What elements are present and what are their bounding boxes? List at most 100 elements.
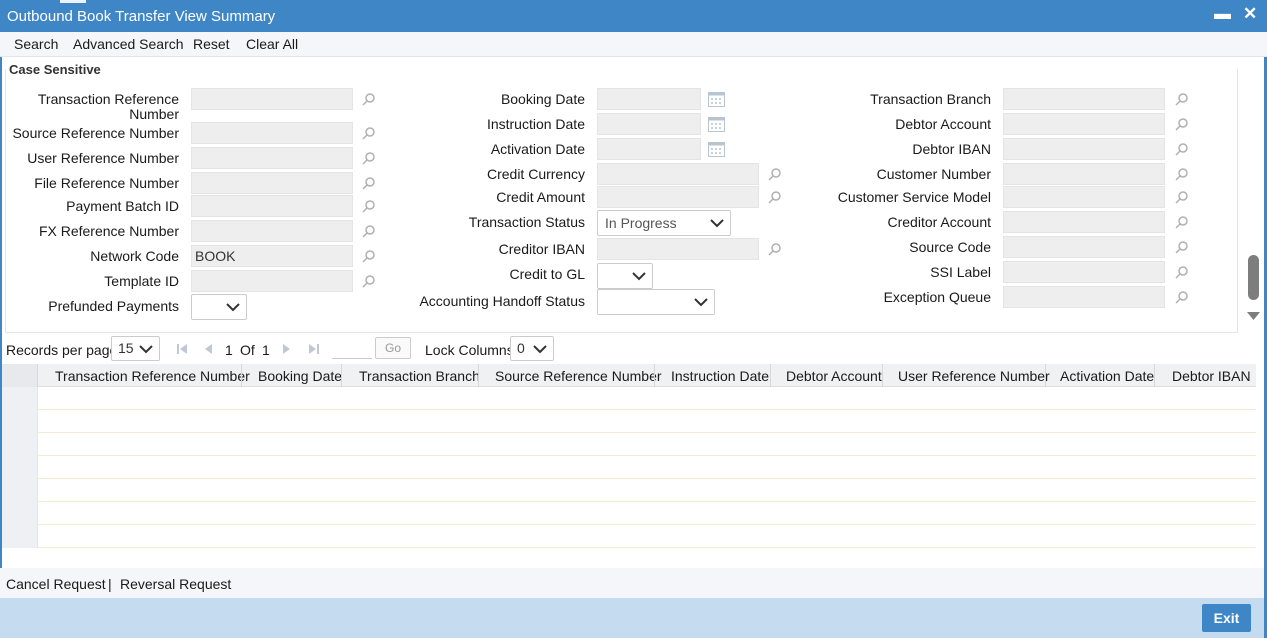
clear-all-button[interactable]: Clear All [246, 36, 298, 52]
search-icon[interactable] [768, 167, 782, 181]
calendar-icon[interactable] [708, 116, 725, 132]
column-header[interactable]: Instruction Date [671, 368, 769, 384]
user-reference-number-input[interactable] [191, 147, 353, 169]
row-select-cell[interactable] [2, 387, 38, 410]
credit-currency-input[interactable] [597, 163, 759, 185]
pagination-bar: Records per page 15 1 Of 1 Go Lock Colum… [0, 335, 1264, 363]
search-icon[interactable] [362, 249, 376, 263]
reversal-request-link[interactable]: Reversal Request [120, 576, 231, 592]
active-tab-marker [60, 0, 86, 3]
search-icon[interactable] [362, 199, 376, 213]
table-row[interactable] [2, 502, 1256, 525]
booking-date-input[interactable] [597, 88, 701, 110]
row-select-cell[interactable] [2, 433, 38, 456]
source-reference-number-input[interactable] [191, 122, 353, 144]
search-icon[interactable] [768, 190, 782, 204]
column-header[interactable]: Source Reference Number [495, 368, 662, 384]
template-id-label: Template ID [104, 273, 179, 289]
debtor-account-input[interactable] [1003, 113, 1165, 135]
fx-reference-number-input[interactable] [191, 220, 353, 242]
search-icon[interactable] [1175, 92, 1189, 106]
calendar-icon[interactable] [708, 141, 725, 157]
creditor-account-input[interactable] [1003, 211, 1165, 233]
search-icon[interactable] [768, 242, 782, 256]
search-icon[interactable] [362, 274, 376, 288]
template-id-input[interactable] [191, 270, 353, 292]
go-button[interactable]: Go [375, 337, 411, 359]
search-icon[interactable] [362, 176, 376, 190]
scroll-down-arrow-icon[interactable] [1246, 311, 1261, 321]
transaction-branch-input[interactable] [1003, 88, 1165, 110]
column-header[interactable]: Activation Date [1060, 368, 1154, 384]
title-bar: Outbound Book Transfer View Summary ▬ ✕ [0, 0, 1267, 32]
source-code-input[interactable] [1003, 236, 1165, 258]
row-select-cell[interactable] [2, 502, 38, 525]
vertical-scrollbar-thumb[interactable] [1248, 255, 1259, 300]
row-select-cell[interactable] [2, 456, 38, 479]
file-reference-number-input[interactable] [191, 172, 353, 194]
column-header[interactable]: Transaction Branch [359, 368, 480, 384]
minimize-icon[interactable]: ▬ [1214, 4, 1231, 24]
reset-button[interactable]: Reset [193, 36, 230, 52]
search-icon[interactable] [1175, 142, 1189, 156]
exit-button[interactable]: Exit [1202, 604, 1251, 632]
lock-columns-select[interactable]: 0 [510, 336, 554, 361]
transaction-reference-number-input[interactable] [191, 88, 353, 110]
network-code-label: Network Code [90, 248, 179, 264]
credit-amount-input[interactable] [597, 186, 759, 208]
column-header[interactable]: Transaction Reference Number [55, 368, 250, 384]
records-per-page-select[interactable]: 15 [111, 336, 160, 361]
search-icon[interactable] [1175, 240, 1189, 254]
last-page-icon[interactable] [308, 343, 320, 355]
table-row[interactable] [2, 479, 1256, 502]
cancel-request-link[interactable]: Cancel Request [6, 576, 106, 592]
creditor-iban-input[interactable] [597, 238, 759, 260]
search-icon[interactable] [1175, 167, 1189, 181]
search-icon[interactable] [1175, 190, 1189, 204]
search-icon[interactable] [1175, 290, 1189, 304]
ssi-label-input[interactable] [1003, 261, 1165, 283]
first-page-icon[interactable] [176, 343, 188, 355]
row-select-cell[interactable] [2, 479, 38, 502]
table-row[interactable] [2, 387, 1256, 410]
calendar-icon[interactable] [708, 91, 725, 107]
prefunded-payments-select[interactable] [191, 294, 247, 320]
select-all-cell[interactable] [2, 364, 38, 387]
search-icon[interactable] [1175, 265, 1189, 279]
accounting-handoff-status-select[interactable] [597, 289, 715, 315]
transaction-status-select[interactable]: In Progress [597, 210, 731, 236]
table-row[interactable] [2, 525, 1256, 548]
column-header[interactable]: Booking Date [258, 368, 342, 384]
column-header[interactable]: User Reference Number [898, 368, 1050, 384]
instruction-date-input[interactable] [597, 113, 701, 135]
search-button[interactable]: Search [14, 36, 58, 52]
chevron-down-icon [139, 345, 153, 354]
exception-queue-input[interactable] [1003, 286, 1165, 308]
activation-date-input[interactable] [597, 138, 701, 160]
search-icon[interactable] [1175, 117, 1189, 131]
search-icon[interactable] [362, 151, 376, 165]
column-header[interactable]: Debtor IBAN [1172, 368, 1251, 384]
search-icon[interactable] [362, 92, 376, 106]
row-select-cell[interactable] [2, 410, 38, 433]
payment-batch-id-input[interactable] [191, 195, 353, 217]
go-to-page-input[interactable] [332, 338, 372, 359]
search-icon[interactable] [362, 126, 376, 140]
credit-to-gl-select[interactable] [597, 263, 653, 289]
search-icon[interactable] [362, 224, 376, 238]
customer-service-model-input[interactable] [1003, 186, 1165, 208]
debtor-iban-input[interactable] [1003, 138, 1165, 160]
table-row[interactable] [2, 410, 1256, 433]
customer-number-input[interactable] [1003, 163, 1165, 185]
network-code-input[interactable]: BOOK [191, 245, 353, 267]
credit-amount-label: Credit Amount [496, 189, 585, 205]
advanced-search-button[interactable]: Advanced Search [73, 36, 184, 52]
previous-page-icon[interactable] [203, 343, 213, 355]
column-header[interactable]: Debtor Account [786, 368, 882, 384]
row-select-cell[interactable] [2, 525, 38, 548]
table-row[interactable] [2, 433, 1256, 456]
search-icon[interactable] [1175, 215, 1189, 229]
close-icon[interactable]: ✕ [1243, 4, 1257, 24]
table-row[interactable] [2, 456, 1256, 479]
next-page-icon[interactable] [282, 343, 292, 355]
